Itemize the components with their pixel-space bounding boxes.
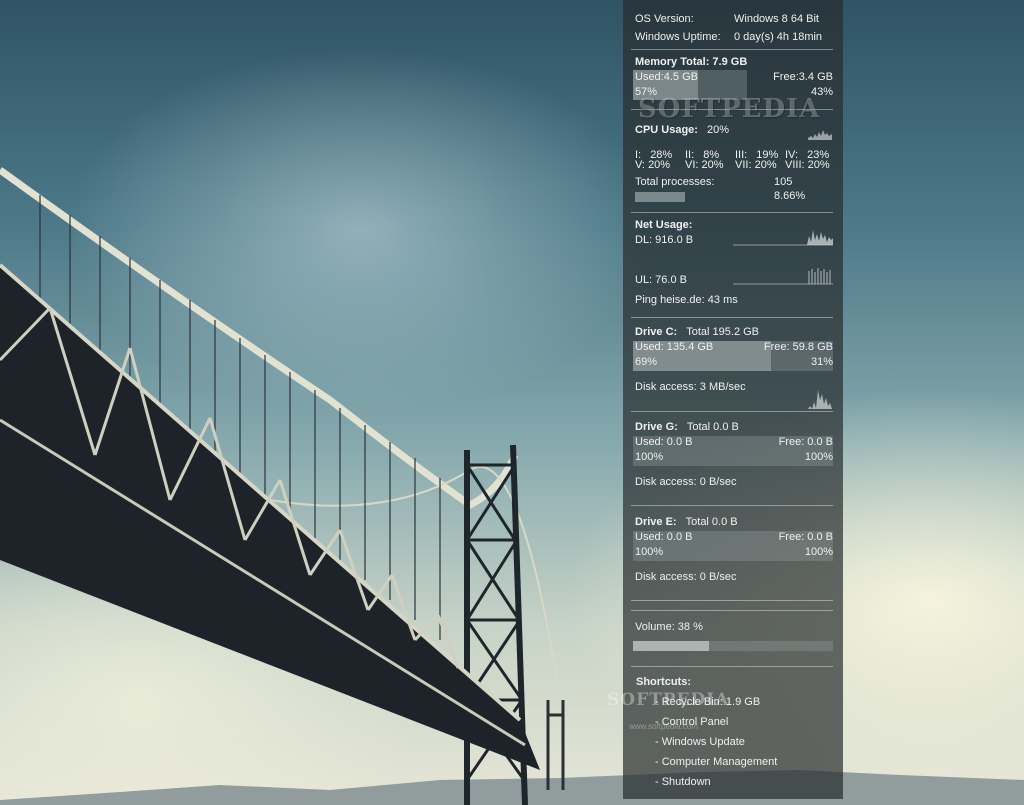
- drive-e-title-row: Drive E: Total 0.0 B: [635, 516, 833, 528]
- download-graph: [733, 230, 833, 246]
- drive-e-used-pct: 100%: [635, 546, 664, 558]
- divider: [631, 49, 833, 50]
- shortcut-control-panel[interactable]: - Control Panel: [655, 716, 728, 728]
- drive-g-total: Total 0.0 B: [686, 421, 739, 433]
- drive-g-pct-row: 100% 100%: [635, 451, 833, 463]
- drive-c-free: Free: 59.8 GB: [763, 341, 833, 353]
- processes-label: Total processes:: [635, 176, 715, 188]
- cpu-core-5: V: 20%: [635, 159, 671, 171]
- processes-bar: [635, 192, 685, 202]
- drive-e-pct-row: 100% 100%: [635, 546, 833, 558]
- divider: [631, 600, 833, 601]
- divider: [631, 109, 833, 110]
- cpu-usage-value: 20%: [707, 124, 730, 136]
- memory-used: Used:4.5 GB: [635, 71, 698, 83]
- drive-g-access: Disk access: 0 B/sec: [635, 476, 737, 488]
- drive-e-label: Drive E:: [635, 516, 677, 528]
- cpu-core-8: VIII: 20%: [785, 159, 830, 171]
- memory-pct-row: 57% 43%: [635, 86, 833, 98]
- drive-g-free: Free: 0.0 B: [778, 436, 833, 448]
- drive-g-used: Used: 0.0 B: [635, 436, 693, 448]
- cpu-usage-label: CPU Usage:: [635, 124, 698, 136]
- shortcut-recycle-bin[interactable]: - Recycle Bin: 1.9 GB: [655, 696, 760, 708]
- os-version-row: OS Version: Windows 8 64 Bit: [635, 13, 833, 25]
- drive-g-label: Drive G:: [635, 421, 678, 433]
- memory-free-pct: 43%: [810, 86, 833, 98]
- drive-e-used-row: Used: 0.0 B Free: 0.0 B: [635, 531, 833, 543]
- cpu-core-7: VII: 20%: [735, 159, 777, 171]
- uptime-label: Windows Uptime:: [635, 31, 721, 43]
- divider: [631, 212, 833, 213]
- drive-e-free: Free: 0.0 B: [778, 531, 833, 543]
- shortcuts-title: Shortcuts:: [636, 676, 691, 688]
- memory-title: Memory Total: 7.9 GB: [635, 56, 748, 68]
- drive-c-title-row: Drive C: Total 195.2 GB: [635, 326, 833, 338]
- uptime-value: 0 day(s) 4h 18min: [734, 31, 823, 43]
- drive-c-free-pct: 31%: [810, 356, 833, 368]
- memory-used-row: Used:4.5 GB Free:3.4 GB: [635, 71, 833, 83]
- divider: [631, 666, 833, 667]
- bridge-photo: [0, 167, 1024, 805]
- drive-e-access: Disk access: 0 B/sec: [635, 571, 737, 583]
- drive-g-free-pct: 100%: [804, 451, 833, 463]
- shortcut-shutdown[interactable]: - Shutdown: [655, 776, 711, 788]
- drive-g-used-pct: 100%: [635, 451, 664, 463]
- drive-e-free-pct: 100%: [804, 546, 833, 558]
- divider: [631, 411, 833, 412]
- drive-c-used: Used: 135.4 GB: [635, 341, 714, 353]
- cpu-usage-graph: [808, 130, 832, 140]
- drive-e-total: Total 0.0 B: [685, 516, 738, 528]
- drive-c-used-pct: 69%: [635, 356, 658, 368]
- drive-c-label: Drive C:: [635, 326, 678, 338]
- drive-c-access-graph: [808, 390, 832, 409]
- drive-g-title-row: Drive G: Total 0.0 B: [635, 421, 833, 433]
- uptime-row: Windows Uptime: 0 day(s) 4h 18min: [635, 31, 833, 43]
- upload-graph: [733, 268, 833, 285]
- processes-value: 105: [774, 176, 793, 188]
- processes-pct: 8.66%: [774, 190, 806, 202]
- shortcut-computer-management[interactable]: - Computer Management: [655, 756, 777, 768]
- volume-slider-fill: [633, 641, 709, 651]
- drive-c-pct-row: 69% 31%: [635, 356, 833, 368]
- divider: [631, 317, 833, 318]
- memory-used-pct: 57%: [635, 86, 658, 98]
- drive-c-total: Total 195.2 GB: [686, 326, 760, 338]
- drive-e-used: Used: 0.0 B: [635, 531, 693, 543]
- drive-g-used-row: Used: 0.0 B Free: 0.0 B: [635, 436, 833, 448]
- processes-row: Total processes: 105: [635, 176, 833, 188]
- volume-label: Volume: 38 %: [635, 621, 703, 633]
- cpu-usage-row: CPU Usage: 20%: [635, 124, 833, 136]
- divider: [631, 610, 833, 611]
- os-version-label: OS Version:: [635, 13, 694, 25]
- drive-c-access: Disk access: 3 MB/sec: [635, 381, 746, 393]
- divider: [631, 505, 833, 506]
- drive-c-used-row: Used: 135.4 GB Free: 59.8 GB: [635, 341, 833, 353]
- volume-slider[interactable]: [633, 641, 833, 651]
- memory-free: Free:3.4 GB: [773, 71, 833, 83]
- os-version-value: Windows 8 64 Bit: [734, 13, 819, 25]
- cpu-core-6: VI: 20%: [685, 159, 724, 171]
- shortcut-windows-update[interactable]: - Windows Update: [655, 736, 745, 748]
- ping-status: Ping heise.de: 43 ms: [635, 294, 738, 306]
- desktop-wallpaper: [0, 0, 1024, 805]
- system-monitor-sidebar: OS Version: Windows 8 64 Bit Windows Upt…: [607, 0, 843, 799]
